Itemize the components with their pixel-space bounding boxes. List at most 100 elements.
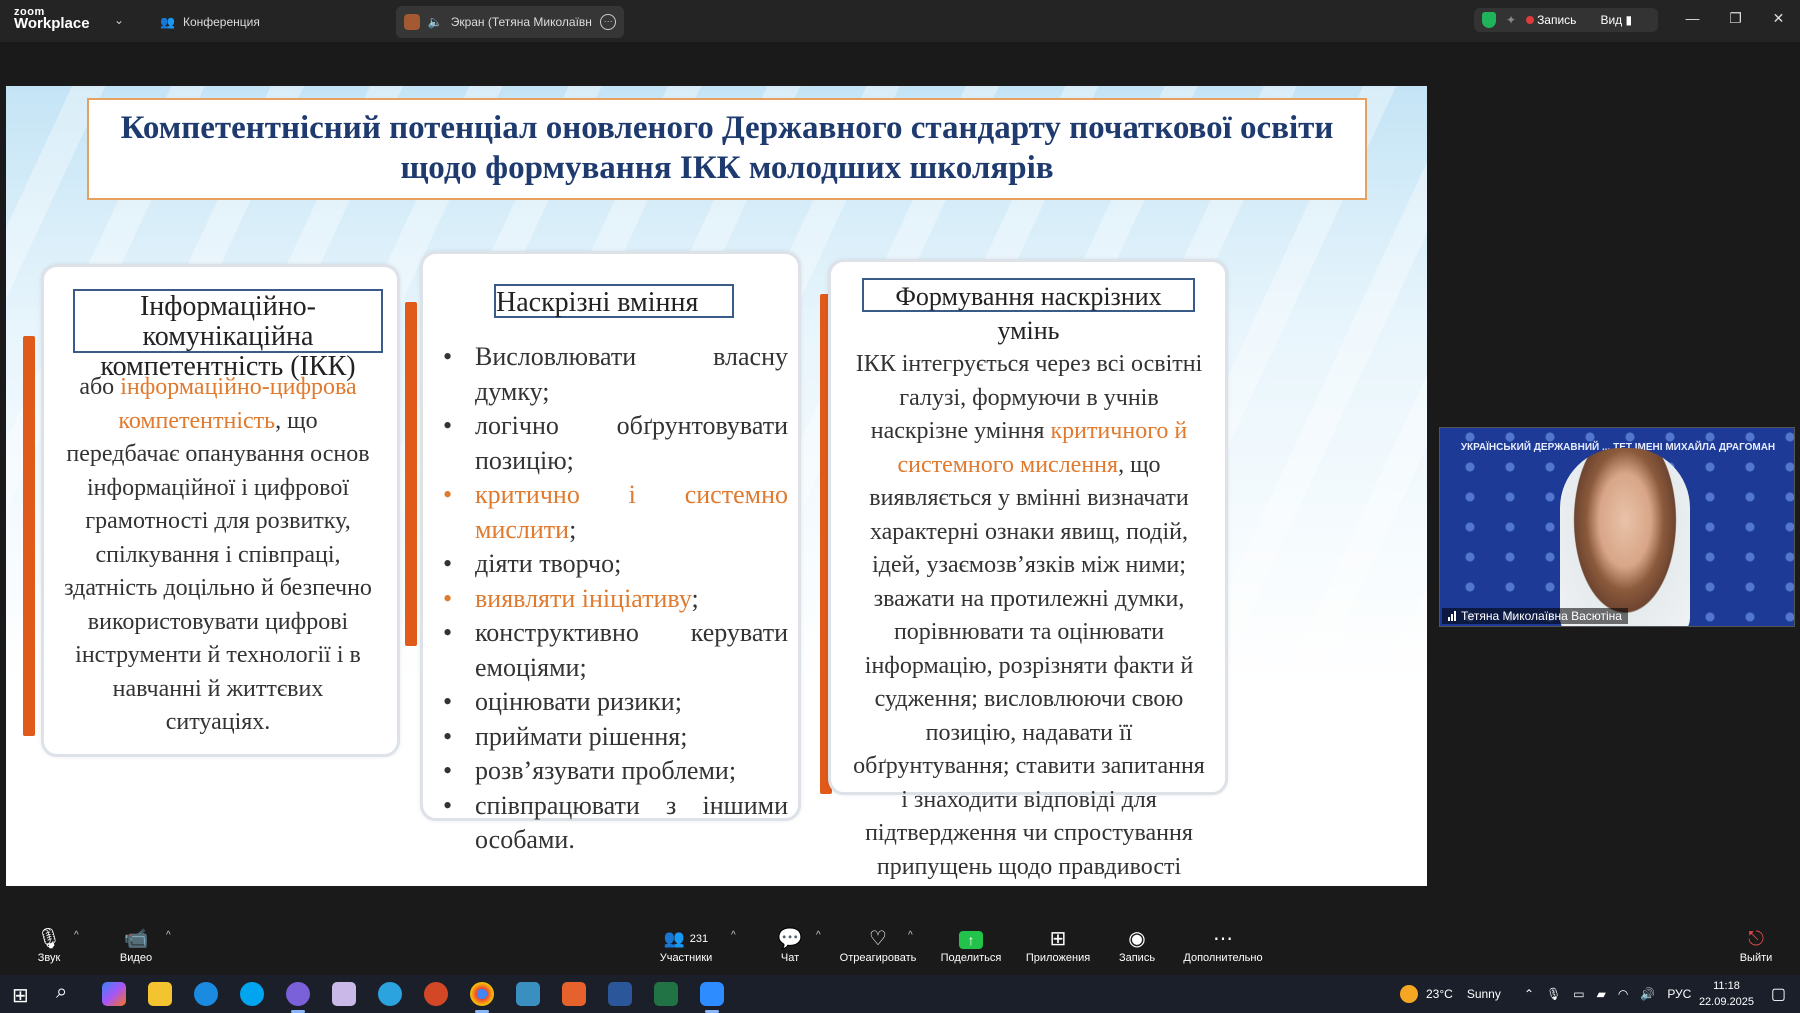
tab-screen-share[interactable]: 🔈 Экран (Тетяна Миколаївна В ··· bbox=[396, 6, 624, 38]
security-shield-icon[interactable] bbox=[1482, 12, 1496, 28]
paint-icon[interactable] bbox=[332, 982, 356, 1006]
clock-time: 11:18 bbox=[1713, 980, 1740, 992]
card-forming-skills-heading: Формування наскрізних умінь bbox=[862, 278, 1195, 345]
participant-video-tile[interactable]: УКРАЇНСЬКИЙ ДЕРЖАВНИЙ ... ТЕТ ІМЕНІ МИХА… bbox=[1439, 427, 1795, 627]
participants-count: 231 bbox=[689, 933, 709, 945]
list-item: виявляти ініціативу; bbox=[443, 582, 788, 617]
tab-conference[interactable]: 👥 Конференция bbox=[160, 10, 260, 34]
chat-button[interactable]: 💬 Чат bbox=[770, 926, 810, 964]
meeting-status-group: ✦ Запись Вид ▮ bbox=[1474, 8, 1658, 32]
battery-icon[interactable]: ▰ bbox=[1597, 987, 1606, 1001]
card-forming-text-post: , що виявляється у вмінні визначати хара… bbox=[853, 451, 1205, 880]
participant-name: Тетяна Миколаївна Васютіна bbox=[1461, 609, 1622, 623]
participants-caret-icon[interactable]: ^ bbox=[731, 930, 736, 941]
tray-expand-icon[interactable]: ⌃ bbox=[1524, 987, 1534, 1001]
shared-screen-area: Компетентнісний потенціал оновленого Дер… bbox=[0, 42, 1800, 920]
card-ikk: Інформаційно-комунікаційна компетентніст… bbox=[41, 264, 400, 757]
more-icon[interactable]: ··· bbox=[600, 14, 617, 30]
camera-off-icon: 📹 bbox=[123, 928, 149, 950]
display-icon[interactable]: ▭ bbox=[1573, 987, 1584, 1001]
telegram-icon[interactable] bbox=[378, 982, 402, 1006]
search-icon[interactable]: ⌕ bbox=[56, 981, 67, 1004]
share-screen-button[interactable]: ↑ Поделиться bbox=[936, 926, 1006, 964]
restore-icon[interactable]: ❐ bbox=[1714, 0, 1757, 36]
powerpoint-icon[interactable] bbox=[424, 982, 448, 1006]
card-forming-skills: Формування наскрізних умінь ІКК інтегрує… bbox=[828, 259, 1228, 880]
card-cross-skills: Наскрізні вміння Висловлювати власну дум… bbox=[420, 251, 801, 854]
wifi-icon[interactable]: ◠ bbox=[1618, 987, 1628, 1001]
microphone-icon[interactable]: 🎙 bbox=[1546, 987, 1561, 1001]
card-cross-skills-heading: Наскрізні вміння bbox=[494, 284, 734, 318]
list-item-semicolon: ; bbox=[569, 514, 577, 544]
audio-options-caret-icon[interactable]: ^ bbox=[74, 930, 79, 941]
video-options-caret-icon[interactable]: ^ bbox=[166, 930, 171, 941]
list-item: Висловлювати власну думку; bbox=[443, 340, 788, 409]
audio-button[interactable]: 🎙 Звук bbox=[26, 926, 72, 964]
participants-icon: 👥 bbox=[663, 929, 686, 948]
windows-start-icon[interactable]: ⊞ bbox=[12, 983, 29, 1008]
card-ikk-text-pre: або bbox=[79, 374, 121, 400]
presentation-slide: Компетентнісний потенціал оновленого Дер… bbox=[6, 86, 1427, 886]
clock-date: 22.09.2025 bbox=[1698, 996, 1754, 1008]
apps-button[interactable]: ⊞ Приложения bbox=[1022, 926, 1094, 964]
weather-widget[interactable]: 23°C Sunny bbox=[1400, 975, 1501, 1013]
video-label: Видео bbox=[119, 952, 153, 964]
avatar bbox=[404, 14, 420, 30]
react-label: Отреагировать bbox=[839, 952, 917, 964]
view-button[interactable]: Вид ▮ bbox=[1600, 13, 1632, 27]
cross-skills-list: Висловлювати власну думку; логічно обґру… bbox=[443, 340, 788, 858]
card-ikk-heading: Інформаційно-комунікаційна компетентніст… bbox=[73, 289, 383, 382]
skype-icon[interactable] bbox=[240, 982, 264, 1006]
word-icon[interactable] bbox=[608, 982, 632, 1006]
minimize-icon[interactable]: — bbox=[1671, 0, 1714, 36]
zoom-title-bar: zoom Workplace ⌄ 👥 Конференция 🔈 Экран (… bbox=[0, 0, 1800, 42]
microphone-muted-icon: 🎙 bbox=[36, 928, 62, 950]
chrome-icon[interactable] bbox=[470, 982, 494, 1006]
chat-icon: 💬 bbox=[777, 928, 803, 950]
viber-icon[interactable] bbox=[286, 982, 310, 1006]
record-icon: ◉ bbox=[1128, 928, 1146, 950]
apps-icon: ⊞ bbox=[1049, 928, 1067, 950]
clock[interactable]: 11:18 22.09.2025 bbox=[1699, 978, 1754, 1010]
volume-icon[interactable]: 🔊 bbox=[1640, 987, 1655, 1001]
list-item: співпрацювати з іншими особами. bbox=[443, 789, 788, 858]
store-icon[interactable] bbox=[562, 982, 586, 1006]
edge-browser-icon[interactable] bbox=[194, 982, 218, 1006]
signal-strength-icon bbox=[1448, 611, 1456, 621]
record-dot-icon bbox=[1526, 16, 1535, 24]
zoom-app-icon[interactable] bbox=[700, 982, 724, 1006]
chat-caret-icon[interactable]: ^ bbox=[816, 930, 821, 941]
speaker-icon: 🔈 bbox=[427, 15, 443, 29]
recording-label: Запись bbox=[1537, 13, 1577, 27]
leave-button[interactable]: ⎋ Выйти bbox=[1736, 926, 1776, 964]
copilot-icon[interactable] bbox=[102, 982, 126, 1006]
record-button[interactable]: ◉ Запись bbox=[1114, 926, 1160, 964]
recording-indicator[interactable]: Запись bbox=[1526, 13, 1576, 27]
notifications-icon[interactable]: ▢ bbox=[1771, 984, 1786, 1004]
more-button[interactable]: ⋯ Дополнительно bbox=[1180, 926, 1266, 964]
windows-taskbar: ⊞ ⌕ 23°C Sunny ⌃ 🎙 ▭ ▰ ◠ 🔊 РУС 11:18 22.… bbox=[0, 975, 1800, 1013]
more-label: Дополнительно bbox=[1183, 952, 1263, 964]
video-button[interactable]: 📹 Видео bbox=[110, 926, 162, 964]
share-screen-icon: ↑ bbox=[959, 931, 983, 949]
participants-button[interactable]: 👥 231 Участники bbox=[652, 926, 720, 964]
list-item: оцінювати ризики; bbox=[443, 685, 788, 720]
slide-title: Компетентнісний потенціал оновленого Дер… bbox=[87, 98, 1367, 200]
excel-icon[interactable] bbox=[654, 982, 678, 1006]
participants-icon-wrap: 👥 231 bbox=[652, 926, 720, 952]
card-ikk-text-post: , що передбачає опанування основ інформа… bbox=[64, 407, 372, 736]
close-icon[interactable]: ✕ bbox=[1757, 0, 1800, 36]
participant-name-tag: Тетяна Миколаївна Васютіна bbox=[1442, 608, 1628, 624]
window-controls: — ❐ ✕ bbox=[1671, 0, 1800, 36]
file-explorer-icon[interactable] bbox=[148, 982, 172, 1006]
react-caret-icon[interactable]: ^ bbox=[908, 930, 913, 941]
tab-conference-label: Конференция bbox=[182, 15, 260, 29]
chevron-down-icon[interactable]: ⌄ bbox=[114, 13, 124, 27]
list-item: діяти творчо; bbox=[443, 547, 788, 582]
view-label: Вид bbox=[1600, 13, 1623, 27]
photos-icon[interactable] bbox=[516, 982, 540, 1006]
sparkle-icon[interactable]: ✦ bbox=[1506, 13, 1516, 27]
input-language[interactable]: РУС bbox=[1667, 987, 1691, 1001]
zoom-workplace-logo[interactable]: zoom Workplace bbox=[14, 6, 90, 31]
card-forming-skills-text: ІКК інтегрується через всі освітні галуз… bbox=[849, 348, 1209, 886]
